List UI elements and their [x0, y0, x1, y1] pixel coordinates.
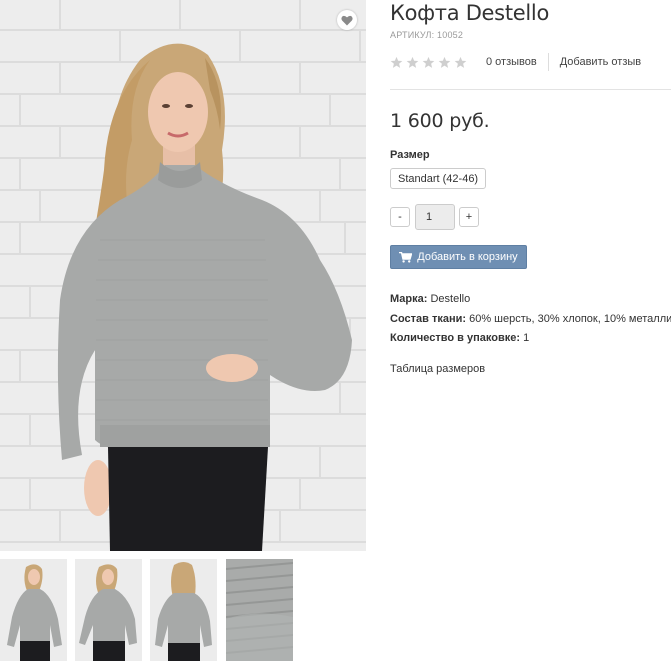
size-label: Размер — [390, 149, 430, 161]
property-pack-quantity: Количество в упаковке: 1 — [390, 329, 671, 349]
rating-row: 0 отзывов Добавить отзыв — [390, 52, 641, 72]
divider — [547, 53, 549, 71]
star-icon — [454, 56, 467, 68]
star-icon — [422, 56, 435, 68]
size-option-button[interactable]: Standart (42-46) — [390, 168, 487, 189]
thumbnail-2[interactable] — [75, 559, 142, 661]
wishlist-button[interactable] — [337, 10, 357, 30]
heart-icon — [341, 15, 353, 25]
property-label: Состав ткани: — [390, 312, 467, 325]
thumbnail-front-image — [0, 559, 67, 661]
rating-stars[interactable] — [390, 56, 467, 69]
divider — [390, 89, 671, 90]
add-review-link[interactable]: Добавить отзыв — [560, 56, 641, 68]
product-price: 1 600 руб. — [390, 110, 490, 132]
model-photo-image — [0, 0, 366, 551]
main-product-photo[interactable] — [0, 0, 366, 551]
add-to-cart-label: Добавить в корзину — [417, 251, 518, 263]
quantity-increase-button[interactable]: + — [459, 207, 479, 227]
property-label: Марка: — [390, 293, 428, 305]
thumbnail-front-side-image — [75, 559, 142, 661]
thumbnail-3[interactable] — [150, 559, 217, 661]
product-properties: Марка: Destello Состав ткани: 60% шерсть… — [390, 290, 671, 349]
star-icon — [390, 56, 403, 68]
thumbnail-knit-closeup-image — [226, 559, 293, 661]
quantity-decrease-button[interactable]: - — [390, 207, 410, 227]
shopping-cart-icon — [399, 251, 413, 263]
star-icon — [438, 56, 451, 68]
size-table-link[interactable]: Таблица размеров — [390, 363, 485, 375]
quantity-input[interactable] — [415, 204, 455, 230]
add-to-cart-button[interactable]: Добавить в корзину — [390, 245, 527, 269]
thumbnail-4[interactable] — [226, 559, 293, 661]
star-icon — [406, 56, 419, 68]
property-value: Destello — [430, 293, 471, 305]
thumbnail-back-image — [150, 559, 217, 661]
product-sku: АРТИКУЛ: 10052 — [390, 30, 464, 40]
thumbnail-1[interactable] — [0, 559, 67, 661]
property-label: Количество в упаковке: — [390, 332, 520, 344]
property-fabric: Состав ткани: 60% шерсть, 30% хлопок, 10… — [390, 310, 671, 330]
property-brand: Марка: Destello — [390, 290, 671, 310]
property-value: 1 — [523, 332, 530, 344]
reviews-count-link[interactable]: 0 отзывов — [486, 56, 537, 68]
product-title: Кофта Destello — [390, 1, 549, 25]
property-value: 60% шерсть, 30% хлопок, 10% металлик — [469, 312, 671, 325]
